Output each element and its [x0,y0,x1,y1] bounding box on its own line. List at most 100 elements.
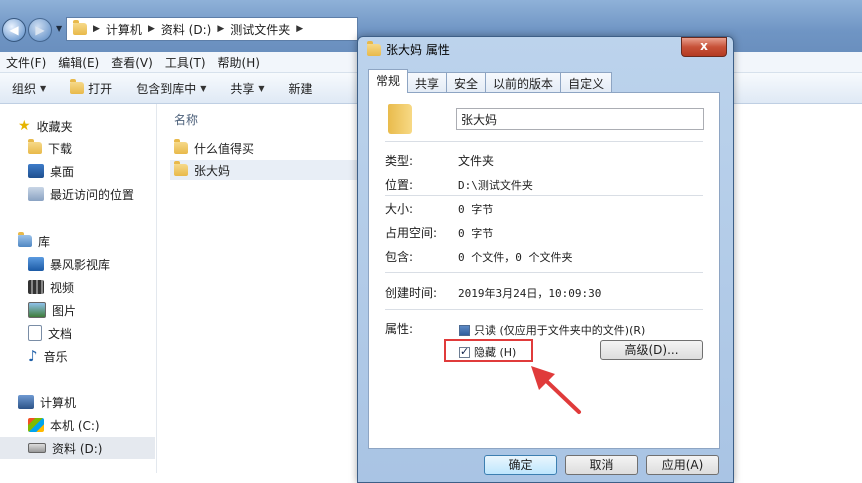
readonly-label: 只读 (仅应用于文件夹中的文件)(R) [474,324,646,337]
location-label: 位置: [385,178,414,192]
nav-drive-c-label: 本机 (C:) [50,418,100,433]
new-folder-button[interactable]: 新建 [277,80,325,97]
include-in-library-button[interactable]: 包含到库中 ▼ [124,80,218,97]
divider [385,141,703,142]
readonly-checkbox[interactable] [459,324,470,336]
file-row[interactable]: 张大妈 [170,160,360,180]
divider [385,309,703,310]
breadcrumb-drive-d[interactable]: 资料 (D:) [161,21,211,38]
share-button[interactable]: 共享 ▼ [218,80,276,97]
size-label: 大小: [385,202,414,216]
nav-libraries-label: 库 [38,234,51,249]
nav-desktop[interactable]: 桌面 [28,160,74,182]
address-bar[interactable]: ▶ 计算机 ▶ 资料 (D:) ▶ 测试文件夹 ▶ [66,17,358,41]
divider [385,272,703,273]
readonly-checkbox-row[interactable]: 只读 (仅应用于文件夹中的文件)(R) [459,322,645,338]
column-header-name[interactable]: 名称 [174,111,198,128]
nav-recent-places[interactable]: 最近访问的位置 [28,183,134,205]
folder-name-input[interactable]: 张大妈 [456,108,704,130]
attributes-label: 属性: [385,322,414,336]
forward-button[interactable]: ▶ [28,18,52,42]
breadcrumb-test-folder[interactable]: 测试文件夹 [230,21,290,38]
advanced-button[interactable]: 高级(D)... [600,340,703,360]
ok-button[interactable]: 确定 [484,455,557,475]
nav-recent-label: 最近访问的位置 [50,187,135,202]
dropdown-caret-icon: ▼ [258,83,265,93]
tab-previous-versions[interactable]: 以前的版本 [485,72,562,93]
size-value: 0 字节 [458,203,494,216]
nav-videos[interactable]: 视频 [28,276,74,298]
tab-customize[interactable]: 自定义 [560,72,613,93]
file-name: 张大妈 [194,163,231,178]
nav-music[interactable]: ♪ 音乐 [28,345,68,367]
recent-pages-chevron-icon[interactable]: ▼ [56,24,62,33]
contains-label: 包含: [385,250,414,264]
new-folder-label: 新建 [288,81,313,96]
nav-favorites[interactable]: ★ 收藏夹 [18,115,73,137]
tab-sharing[interactable]: 共享 [407,72,448,93]
dropdown-caret-icon: ▼ [40,83,47,93]
nav-drive-d[interactable]: 资料 (D:) [0,437,155,459]
star-icon: ★ [18,118,31,134]
organize-button[interactable]: 组织 ▼ [0,80,58,97]
created-value: 2019年3月24日，10:09:30 [458,287,602,300]
nav-drive-c[interactable]: 本机 (C:) [28,414,100,436]
nav-computer[interactable]: 计算机 [18,391,76,413]
contains-value: 0 个文件，0 个文件夹 [458,251,573,264]
back-button[interactable]: ◀ [2,18,26,42]
menu-edit[interactable]: 编辑(E) [52,52,105,72]
nav-drive-d-label: 资料 (D:) [52,441,103,456]
cancel-button[interactable]: 取消 [565,455,638,475]
include-library-label: 包含到库中 [136,81,197,96]
nav-storm-video[interactable]: 暴风影视库 [28,253,110,275]
document-icon [28,325,42,341]
nav-libraries[interactable]: 库 [18,230,50,252]
menu-view[interactable]: 查看(V) [105,52,159,72]
nav-music-label: 音乐 [43,349,68,364]
nav-pictures[interactable]: 图片 [28,299,76,321]
nav-downloads-label: 下载 [48,141,73,156]
dialog-title: 张大妈 属性 [386,43,450,57]
folder-icon [174,139,188,154]
annotation-arrow-icon [531,366,581,414]
file-name: 什么值得买 [194,141,255,156]
menu-help[interactable]: 帮助(H) [212,52,266,72]
nav-videos-label: 视频 [50,280,75,295]
downloads-folder-icon [28,139,42,154]
open-folder-icon [70,79,85,94]
apply-button[interactable]: 应用(A) [646,455,719,475]
chevron-right-icon: ▶ [147,24,155,34]
open-label: 打开 [88,81,113,96]
menu-file[interactable]: 文件(F) [0,52,52,72]
dialog-tabs: 常规 共享 安全 以前的版本 自定义 [368,69,613,93]
location-value: D:\测试文件夹 [458,179,533,192]
nav-favorites-label: 收藏夹 [36,119,73,134]
close-button[interactable]: x [681,37,727,57]
tab-general[interactable]: 常规 [368,69,409,93]
film-icon [28,280,44,294]
picture-icon [28,302,46,318]
open-button[interactable]: 打开 [58,79,124,97]
desktop-icon [28,164,44,178]
large-folder-icon [388,104,412,134]
nav-documents[interactable]: 文档 [28,322,72,344]
file-row[interactable]: 什么值得买 [170,138,254,158]
tab-security[interactable]: 安全 [446,72,487,93]
libraries-icon [18,232,32,247]
nav-computer-label: 计算机 [40,395,77,410]
share-label: 共享 [230,81,255,96]
nav-desktop-label: 桌面 [50,164,75,179]
chevron-right-icon: ▶ [217,24,225,34]
created-label: 创建时间: [385,286,438,300]
nav-downloads[interactable]: 下载 [28,137,72,159]
folder-icon [73,20,87,35]
menu-tools[interactable]: 工具(T) [159,52,212,72]
chevron-right-icon: ▶ [93,24,100,34]
windows-drive-icon [28,418,44,432]
chevron-right-icon: ▶ [296,24,304,34]
breadcrumb-computer[interactable]: 计算机 [106,21,142,38]
size-on-disk-label: 占用空间: [385,226,438,240]
drive-icon [28,443,46,453]
dialog-folder-icon [367,41,381,56]
recent-places-icon [28,187,44,201]
